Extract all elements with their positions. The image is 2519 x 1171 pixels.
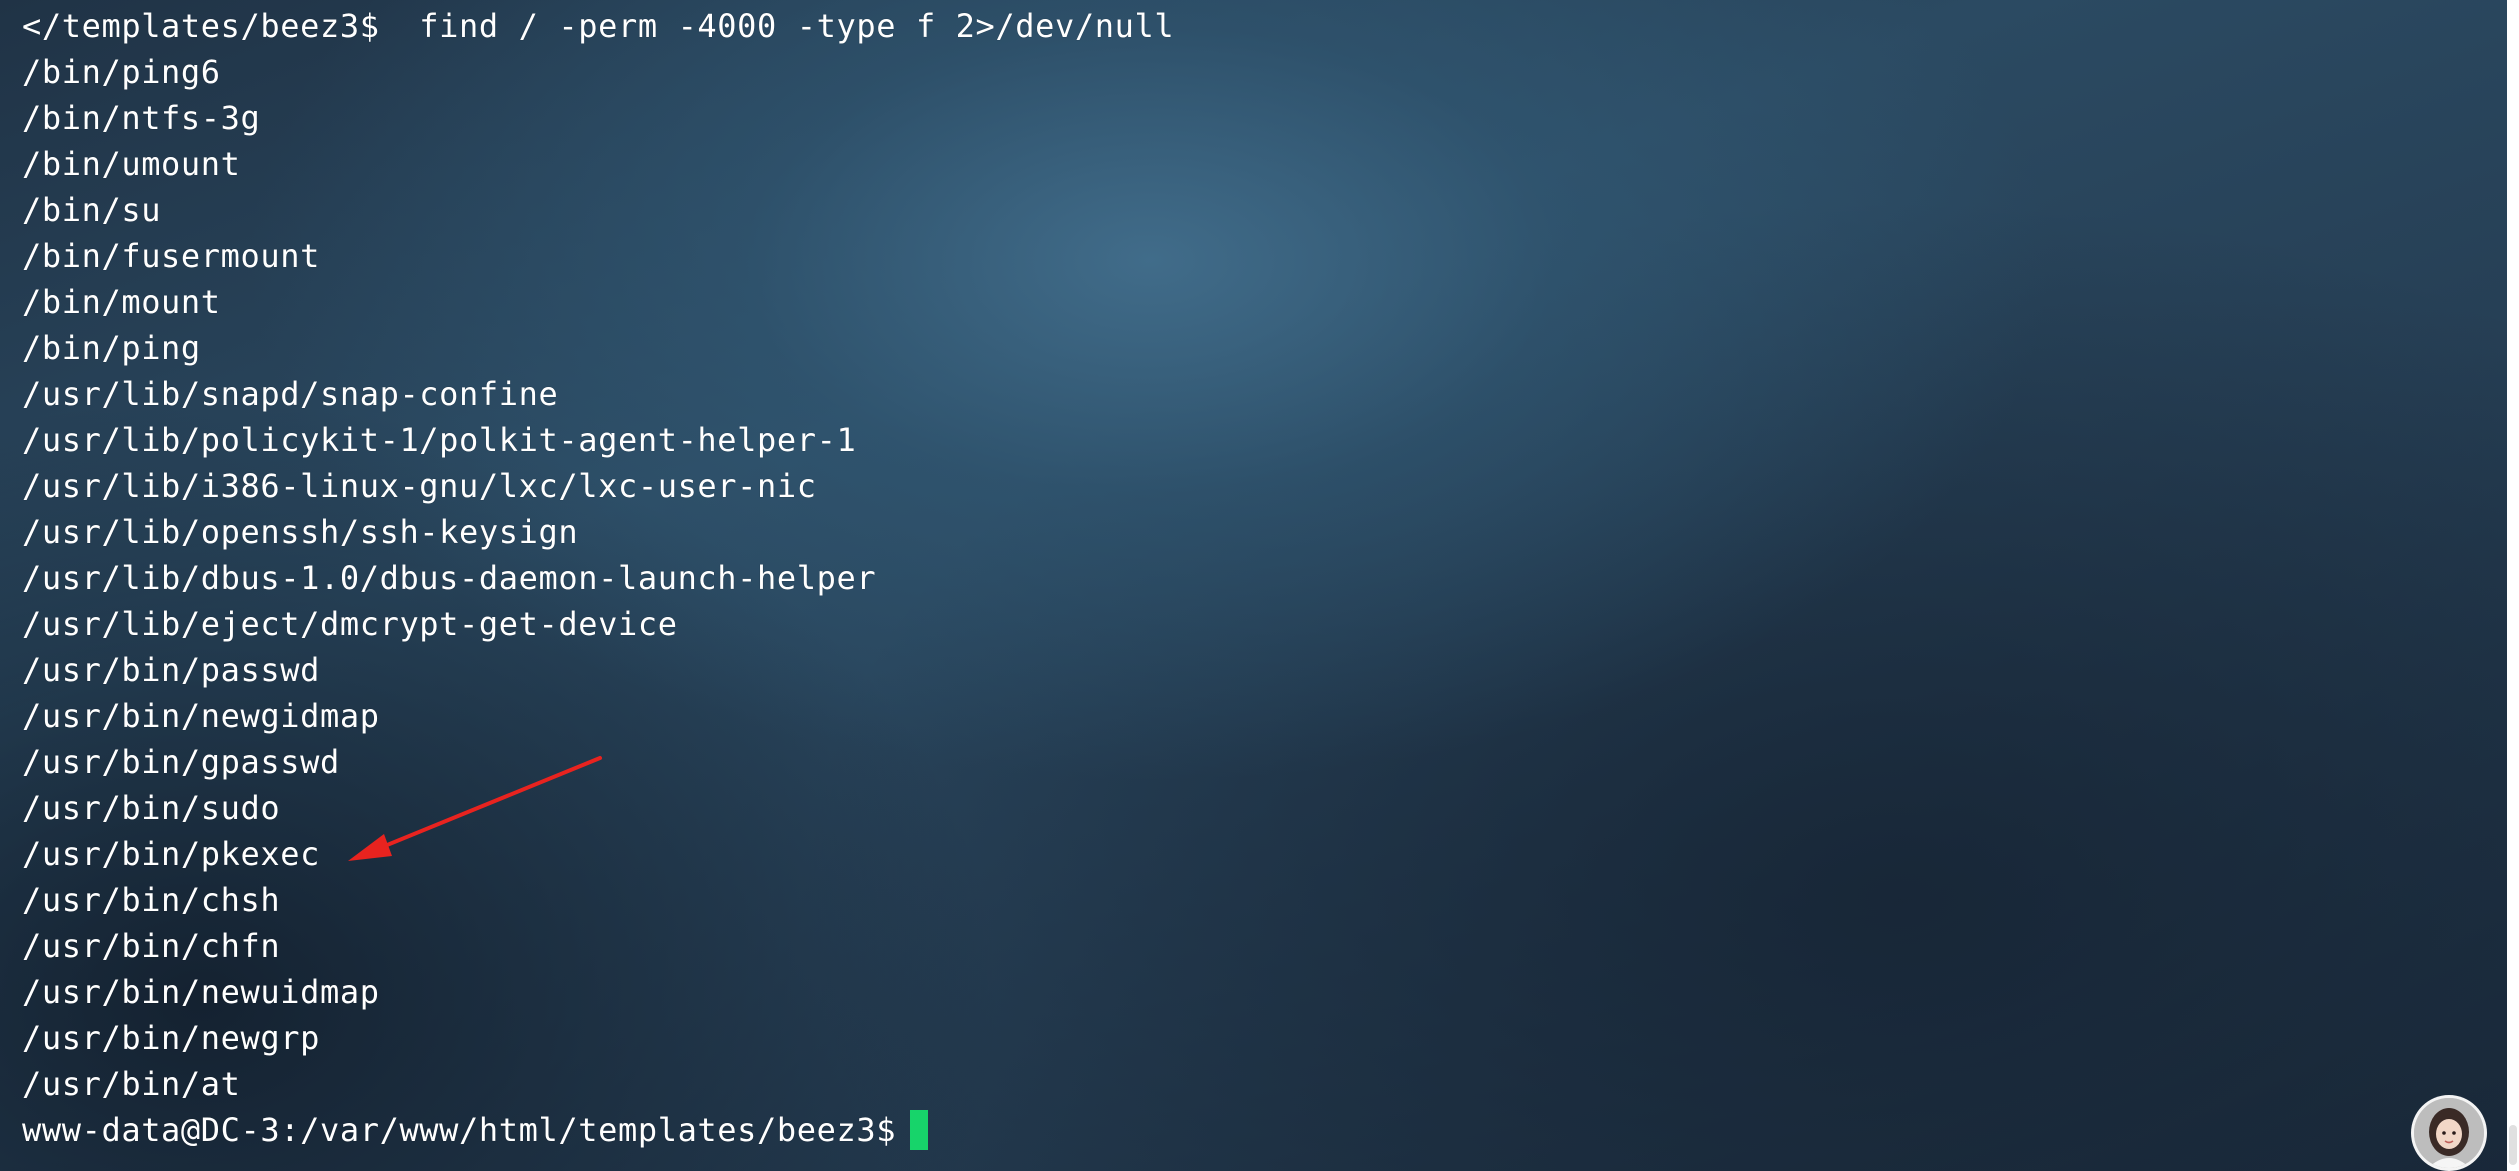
scrollbar[interactable] bbox=[2507, 0, 2519, 1171]
output-line: /usr/lib/dbus-1.0/dbus-daemon-launch-hel… bbox=[22, 559, 877, 597]
output-line: /bin/mount bbox=[22, 283, 221, 321]
output-line: /usr/bin/passwd bbox=[22, 651, 320, 689]
output-line: /usr/lib/i386-linux-gnu/lxc/lxc-user-nic bbox=[22, 467, 817, 505]
output-line: /bin/ping bbox=[22, 329, 201, 367]
output-line: /usr/bin/chfn bbox=[22, 927, 281, 965]
output-line: /bin/ping6 bbox=[22, 53, 221, 91]
output-line: /usr/bin/at bbox=[22, 1065, 241, 1103]
output-line: /usr/lib/snapd/snap-confine bbox=[22, 375, 559, 413]
terminal-window[interactable]: </templates/beez3$ find / -perm -4000 -t… bbox=[22, 3, 2422, 1153]
output-line: /bin/fusermount bbox=[22, 237, 320, 275]
shell-prompt: www-data@DC-3:/var/www/html/templates/be… bbox=[22, 1111, 897, 1149]
output-line: /usr/bin/chsh bbox=[22, 881, 281, 919]
text-cursor bbox=[910, 1110, 929, 1150]
command-line: </templates/beez3$ find / -perm -4000 -t… bbox=[22, 7, 1175, 45]
output-line: /usr/bin/newuidmap bbox=[22, 973, 380, 1011]
output-line: /usr/bin/newgidmap bbox=[22, 697, 380, 735]
scrollbar-thumb[interactable] bbox=[2509, 1125, 2517, 1165]
output-line: /usr/lib/eject/dmcrypt-get-device bbox=[22, 605, 678, 643]
shell-prompt-line[interactable]: www-data@DC-3:/var/www/html/templates/be… bbox=[22, 1107, 2422, 1153]
output-line: /bin/su bbox=[22, 191, 162, 229]
arrow-icon bbox=[348, 756, 602, 861]
avatar-icon[interactable] bbox=[2414, 1098, 2484, 1168]
output-line: /bin/ntfs-3g bbox=[22, 99, 261, 137]
output-line: /usr/lib/openssh/ssh-keysign bbox=[22, 513, 579, 551]
output-line: /usr/lib/policykit-1/polkit-agent-helper… bbox=[22, 421, 857, 459]
output-line: /usr/bin/newgrp bbox=[22, 1019, 320, 1057]
output-line: /bin/umount bbox=[22, 145, 241, 183]
